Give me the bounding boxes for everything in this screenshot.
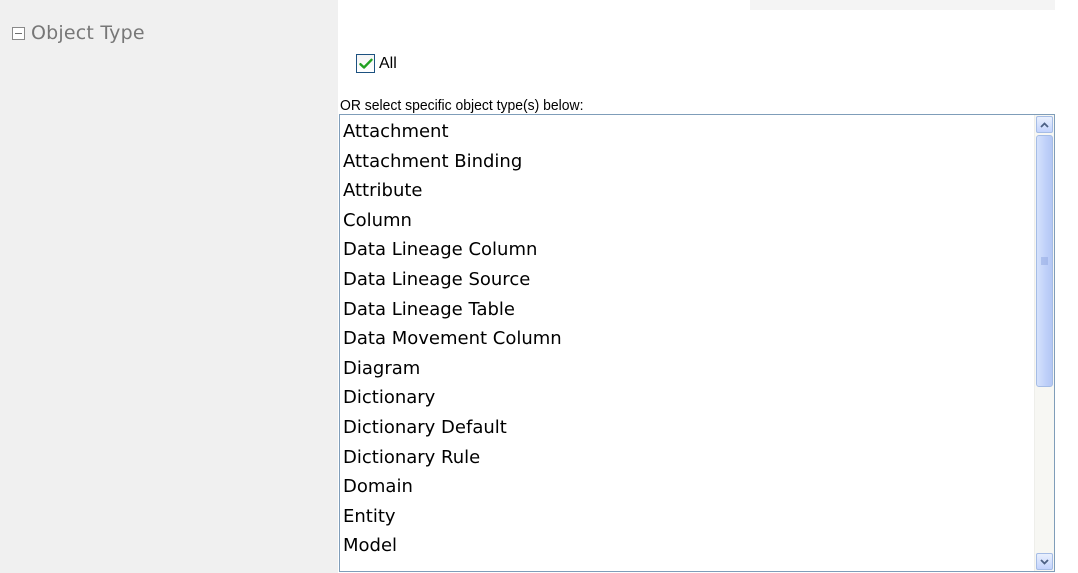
- checkmark-icon: [358, 58, 373, 69]
- list-item[interactable]: Data Movement Column: [340, 324, 1034, 354]
- scroll-up-arrow-icon: [1040, 121, 1049, 128]
- scrollbar-thumb[interactable]: [1036, 135, 1053, 387]
- list-item[interactable]: Diagram: [340, 354, 1034, 384]
- list-item[interactable]: Attachment Binding: [340, 147, 1034, 177]
- all-checkbox-row[interactable]: All: [356, 54, 397, 73]
- or-select-label: OR select specific object type(s) below:: [340, 97, 584, 114]
- list-item[interactable]: Model: [340, 531, 1034, 561]
- vertical-scrollbar[interactable]: [1034, 115, 1054, 571]
- list-item[interactable]: Attachment: [340, 117, 1034, 147]
- list-item[interactable]: Dictionary: [340, 383, 1034, 413]
- thumb-grip-icon: [1041, 257, 1048, 266]
- collapse-minus-icon[interactable]: [12, 26, 25, 40]
- list-item[interactable]: Dictionary Rule: [340, 443, 1034, 473]
- list-item[interactable]: Column: [340, 206, 1034, 236]
- list-item[interactable]: Attribute: [340, 176, 1034, 206]
- scroll-down-arrow-icon: [1040, 558, 1049, 565]
- list-item[interactable]: Dictionary Default: [340, 413, 1034, 443]
- object-type-listbox[interactable]: Attachment Attachment Binding Attribute Col…: [339, 114, 1055, 572]
- section-title: Object Type: [31, 22, 145, 44]
- listbox-items: Attachment Attachment Binding Attribute Col…: [340, 115, 1034, 571]
- top-strip: [750, 0, 1055, 10]
- left-panel: [0, 0, 338, 573]
- list-item[interactable]: Data Lineage Column: [340, 235, 1034, 265]
- all-checkbox[interactable]: [356, 54, 375, 73]
- list-item[interactable]: Entity: [340, 502, 1034, 532]
- all-checkbox-label: All: [379, 54, 397, 72]
- list-item[interactable]: Domain: [340, 472, 1034, 502]
- scroll-up-button[interactable]: [1036, 116, 1053, 133]
- list-item[interactable]: Data Lineage Source: [340, 265, 1034, 295]
- scroll-down-button[interactable]: [1036, 553, 1053, 570]
- list-item[interactable]: Data Lineage Table: [340, 295, 1034, 325]
- object-type-section-header[interactable]: Object Type: [12, 22, 145, 44]
